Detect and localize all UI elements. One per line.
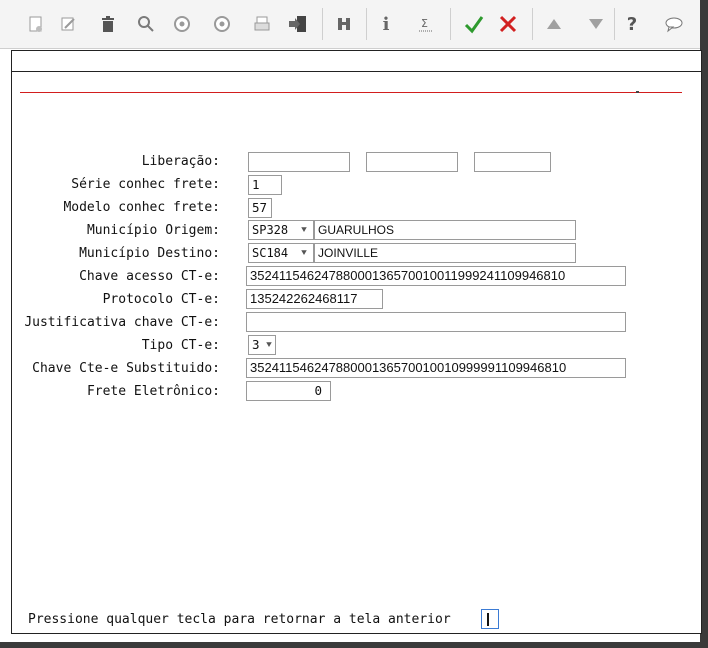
print-icon[interactable] (250, 12, 274, 36)
label-substituido: Chave Cte-e Substituido: (32, 361, 220, 376)
liberacao-field-2[interactable] (366, 152, 458, 172)
search-icon[interactable] (134, 12, 158, 36)
label-destino: Município Destino: (79, 246, 220, 261)
destino-city-field: JOINVILLE (314, 243, 576, 263)
info-icon[interactable]: i (374, 12, 398, 36)
edit-icon[interactable] (56, 12, 80, 36)
down-icon[interactable] (584, 12, 608, 36)
cancel-icon[interactable] (496, 12, 520, 36)
exit-icon[interactable] (286, 12, 310, 36)
up-icon[interactable] (542, 12, 566, 36)
comment-icon[interactable] (662, 12, 686, 36)
form-panel (11, 50, 702, 634)
justificativa-field[interactable] (246, 312, 626, 332)
previous-icon[interactable] (170, 12, 194, 36)
liberacao-field-1[interactable] (248, 152, 350, 172)
divider (11, 71, 701, 72)
chevron-down-icon[interactable]: ⯆ (262, 335, 276, 355)
label-serie: Série conhec frete: (71, 177, 220, 192)
chave-field[interactable]: 3524115462478800013657001001199924110994… (246, 266, 626, 286)
label-frete: Frete Eletrônico: (86, 384, 220, 399)
delete-icon[interactable] (96, 12, 120, 36)
status-message: Pressione qualquer tecla para retornar a… (28, 612, 451, 627)
modelo-field[interactable]: 57 (248, 198, 272, 218)
chevron-down-icon[interactable]: ⯆ (297, 243, 311, 263)
sum-icon[interactable]: Σ (414, 12, 438, 36)
label-origem: Município Origem: (86, 223, 220, 238)
liberacao-field-3[interactable] (474, 152, 551, 172)
substituido-field[interactable]: 3524115462478800013657001001099999110994… (246, 358, 626, 378)
keypress-input[interactable] (481, 609, 499, 629)
confirm-icon[interactable] (462, 12, 486, 36)
label-modelo: Modelo conhec frete: (63, 200, 220, 215)
label-justificativa: Justificativa chave CT-e: (24, 315, 220, 330)
next-icon[interactable] (210, 12, 234, 36)
label-liberacao: Liberação: (141, 154, 220, 169)
svg-text:Σ: Σ (421, 17, 428, 30)
serie-field[interactable]: 1 (248, 175, 282, 195)
text-cursor (487, 613, 489, 626)
binoculars-icon[interactable] (332, 12, 356, 36)
window-edge (0, 642, 708, 648)
new-icon[interactable] (24, 12, 48, 36)
label-protocolo: Protocolo CT-e: (102, 292, 220, 307)
help-icon[interactable]: ? (620, 12, 644, 36)
divider (636, 91, 639, 93)
frete-field[interactable]: 0 (246, 381, 331, 401)
label-chave: Chave acesso CT-e: (79, 269, 220, 284)
toolbar: i Σ ? (0, 0, 708, 49)
origem-city-field: GUARULHOS (314, 220, 576, 240)
divider (20, 92, 682, 93)
chevron-down-icon[interactable]: ⯆ (297, 220, 311, 240)
protocolo-field[interactable]: 135242262468117 (246, 289, 383, 309)
label-tipo: Tipo CT-e: (141, 338, 220, 353)
